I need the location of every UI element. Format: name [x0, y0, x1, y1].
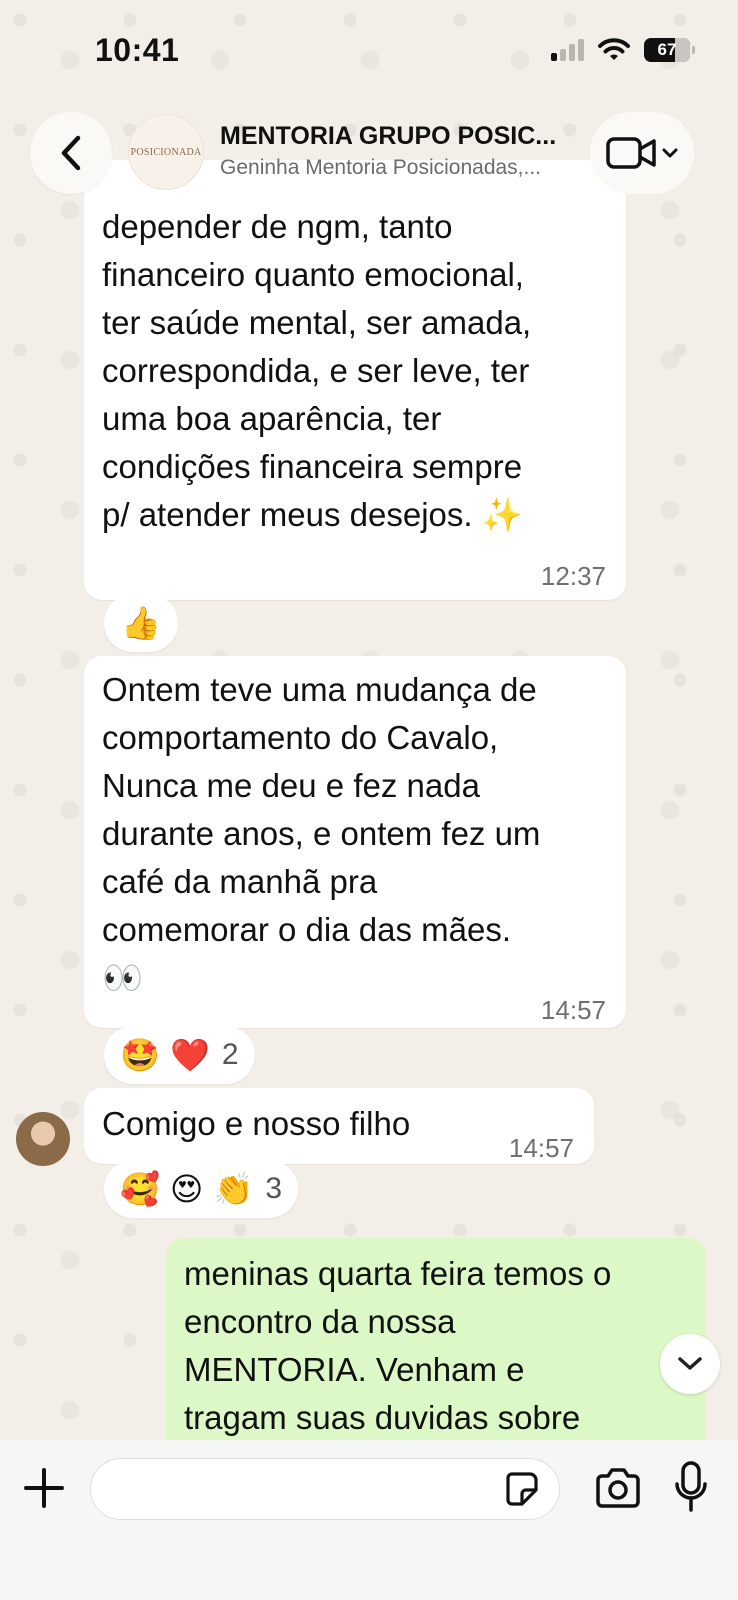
chat-area[interactable]: depender de ngm, tanto financeiro quanto… — [0, 0, 738, 1440]
scroll-to-bottom-button[interactable] — [660, 1334, 720, 1394]
message-bubble[interactable]: depender de ngm, tanto financeiro quanto… — [84, 160, 626, 600]
reaction-emojis: 🥰 😍 👏 — [120, 1170, 254, 1208]
chat-header: POSICIONADA MENTORIA GRUPO POSIC... Geni… — [0, 108, 738, 198]
message-line: p/ atender meus desejos. ✨ — [102, 496, 523, 533]
message-line: condições financeira sempre — [102, 448, 523, 485]
message-line: comemorar o dia das mães. — [102, 911, 512, 948]
message-line: Nunca me deu e fez nada — [102, 767, 480, 804]
outgoing-message-bubble[interactable]: meninas quarta feira temos o encontro da… — [166, 1238, 706, 1440]
composer-bar — [0, 1440, 738, 1600]
chevron-down-icon — [678, 1357, 702, 1370]
message-line: financeiro quanto emocional, — [102, 256, 524, 293]
chat-title[interactable]: MENTORIA GRUPO POSIC... — [220, 122, 580, 151]
microphone-icon[interactable] — [674, 1460, 708, 1514]
message-line: 👀 — [102, 959, 144, 996]
message-line: uma boa aparência, ter — [102, 400, 442, 437]
sticker-icon[interactable] — [502, 1470, 540, 1508]
message-line: meninas quarta feira temos o — [184, 1255, 612, 1292]
message-timestamp: 14:57 — [540, 995, 606, 1025]
message-line: MENTORIA. Venham e — [184, 1351, 525, 1388]
group-avatar[interactable]: POSICIONADA — [128, 114, 204, 190]
cellular-signal-icon — [551, 39, 584, 61]
status-time: 10:41 — [95, 31, 180, 68]
wifi-icon — [598, 38, 630, 60]
message-line: Ontem teve uma mudança de — [102, 671, 537, 708]
video-call-button[interactable] — [590, 112, 694, 194]
message-input[interactable] — [90, 1458, 560, 1520]
message-line: café da manhã pra — [102, 863, 378, 900]
reaction-count: 2 — [221, 1038, 239, 1071]
back-button[interactable] — [30, 112, 112, 194]
chevron-down-icon — [662, 148, 678, 158]
reaction-pill[interactable]: 👍 — [104, 594, 178, 652]
message-timestamp: 12:37 — [540, 561, 606, 591]
message-line: ter saúde mental, ser amada, — [102, 304, 532, 341]
battery-icon: 67 — [644, 38, 695, 62]
message-bubble[interactable]: Comigo e nosso filho 14:57 — [84, 1088, 594, 1164]
message-line: tragam suas duvidas sobre — [184, 1399, 581, 1436]
message-timestamp: 14:57 — [508, 1133, 574, 1163]
chat-subtitle[interactable]: Geninha Mentoria Posicionadas,... — [220, 156, 580, 180]
camera-icon[interactable] — [594, 1466, 642, 1510]
message-line: durante anos, e ontem fez um — [102, 815, 541, 852]
video-camera-icon — [606, 137, 656, 169]
message-bubble[interactable]: Ontem teve uma mudança de comportamento … — [84, 656, 626, 1028]
reaction-emojis: 👍 — [121, 604, 161, 642]
reaction-pill[interactable]: 🤩 ❤️ 2 — [104, 1026, 255, 1084]
message-line: correspondida, e ser leve, ter — [102, 352, 530, 389]
reaction-count: 3 — [265, 1172, 283, 1205]
sender-avatar[interactable] — [16, 1112, 70, 1166]
message-line: comportamento do Cavalo, — [102, 719, 499, 756]
message-line: encontro da nossa — [184, 1303, 456, 1340]
message-line: depender de ngm, tanto — [102, 208, 453, 245]
message-line: Comigo e nosso filho — [102, 1105, 411, 1142]
status-bar: 10:41 67 — [0, 0, 738, 100]
plus-icon[interactable] — [22, 1466, 66, 1510]
reaction-emojis: 🤩 ❤️ — [120, 1036, 210, 1074]
reaction-pill[interactable]: 🥰 😍 👏 3 — [104, 1160, 299, 1218]
group-logo-text: POSICIONADA — [130, 146, 202, 158]
chevron-left-icon — [61, 135, 81, 171]
battery-level: 67 — [657, 40, 677, 59]
